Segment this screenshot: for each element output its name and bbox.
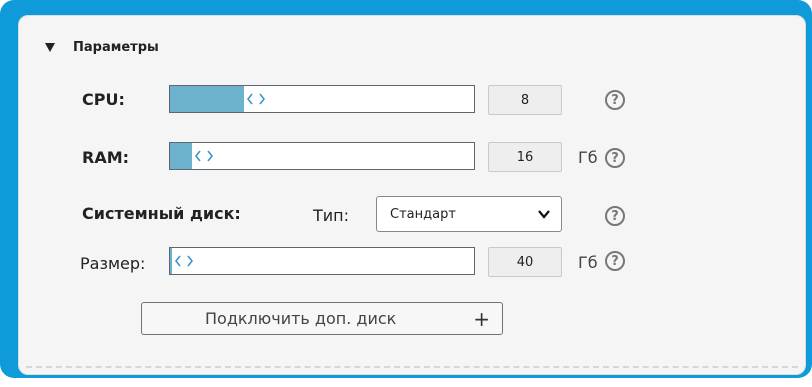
cpu-slider[interactable] [169, 85, 475, 113]
system-disk-label: Системный диск: [82, 204, 241, 223]
add-disk-button-label: Подключить доп. диск [205, 309, 397, 328]
cpu-slider-handle-icon[interactable] [246, 86, 268, 112]
disk-size-help-icon[interactable]: ? [605, 251, 625, 271]
cpu-label: CPU: [82, 90, 125, 109]
panel-divider [26, 366, 798, 368]
ram-slider-handle-icon[interactable] [194, 143, 216, 169]
chevron-down-icon [538, 210, 550, 219]
disk-type-value: Стандарт [390, 206, 456, 222]
section-header[interactable]: Параметры [45, 38, 159, 56]
cpu-slider-fill [170, 86, 244, 112]
plus-icon: + [473, 306, 490, 331]
disk-size-slider-fill [170, 248, 172, 274]
ram-unit: Гб [578, 148, 598, 167]
ram-value-field[interactable]: 16 [488, 142, 562, 172]
collapse-triangle-icon[interactable] [45, 42, 55, 52]
arrows-left-right-icon [174, 255, 194, 267]
disk-type-label: Тип: [313, 206, 350, 225]
arrows-left-right-icon [194, 150, 214, 162]
disk-size-slider-handle-icon[interactable] [174, 248, 196, 274]
disk-size-slider[interactable] [169, 247, 475, 275]
ram-help-icon[interactable]: ? [605, 148, 625, 168]
disk-size-unit: Гб [578, 253, 598, 272]
section-title: Параметры [73, 39, 159, 55]
ram-slider[interactable] [169, 142, 475, 170]
arrows-left-right-icon [246, 93, 266, 105]
cpu-value-field[interactable]: 8 [488, 85, 562, 115]
disk-size-label: Размер: [80, 254, 146, 273]
disk-help-icon[interactable]: ? [605, 206, 625, 226]
disk-size-value-field[interactable]: 40 [488, 247, 562, 277]
cpu-help-icon[interactable]: ? [605, 90, 625, 110]
ram-slider-fill [170, 143, 192, 169]
disk-type-select[interactable]: Стандарт [376, 196, 562, 232]
ram-label: RAM: [82, 148, 130, 167]
add-disk-button[interactable]: Подключить доп. диск + [141, 302, 503, 335]
